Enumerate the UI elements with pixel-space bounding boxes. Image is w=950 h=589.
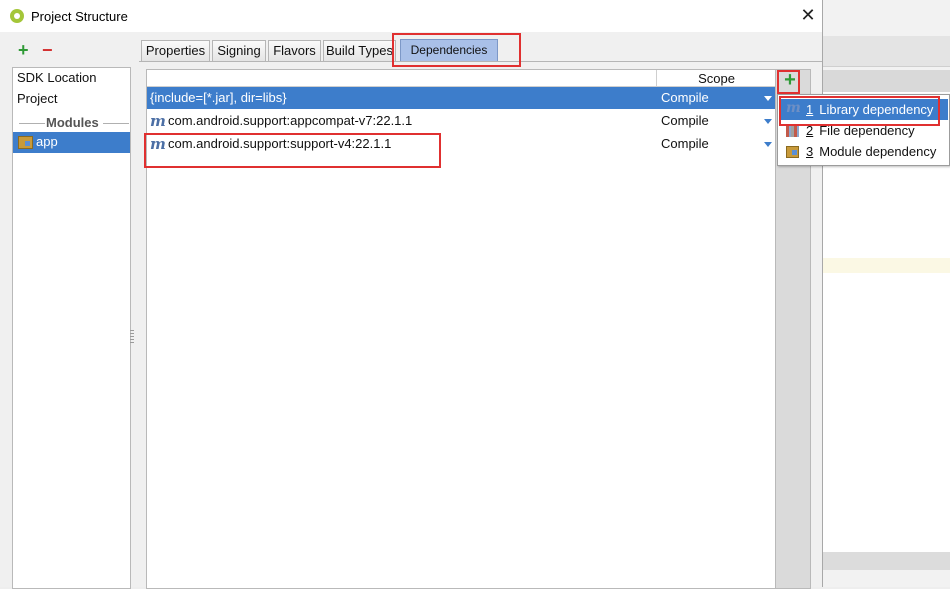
sidebar-item-sdk-location[interactable]: SDK Location: [17, 70, 97, 85]
dependencies-table: Scope {include=[*.jar], dir=libs} Compil…: [146, 69, 776, 589]
divider: [103, 123, 129, 124]
menu-label-text: Module dependency: [819, 144, 937, 159]
table-row[interactable]: {include=[*.jar], dir=libs} Compile: [147, 87, 775, 109]
menu-item-label: 1 Library dependency: [806, 102, 933, 117]
title-bar: Project Structure ✕: [0, 0, 822, 32]
tab-build-types[interactable]: Build Types: [323, 40, 396, 62]
mnemonic: 2: [806, 123, 814, 138]
modules-panel: SDK Location Project Modules app: [12, 67, 131, 589]
menu-label-text: File dependency: [819, 123, 915, 138]
divider: [19, 123, 45, 124]
module-folder-icon: [18, 136, 33, 149]
maven-m-icon: m: [150, 135, 166, 153]
mnemonic: 1: [806, 102, 814, 117]
table-row[interactable]: m com.android.support:support-v4:22.1.1 …: [147, 133, 775, 155]
mnemonic: 3: [806, 144, 814, 159]
background-tabbar: [822, 70, 950, 92]
project-structure-dialog: Project Structure ✕ + − SDK Location Pro…: [0, 0, 823, 589]
sidebar-item-app[interactable]: app: [13, 132, 130, 153]
android-studio-icon: [10, 9, 24, 23]
sidebar-item-project[interactable]: Project: [17, 91, 57, 106]
dependency-name: com.android.support:support-v4:22.1.1: [168, 136, 392, 151]
tab-row-divider: [139, 61, 822, 62]
tab-properties[interactable]: Properties: [141, 40, 210, 62]
table-header: [147, 70, 656, 87]
dependency-scope: Compile: [661, 90, 709, 105]
modules-section-label: Modules: [46, 115, 99, 130]
background-highlight-line: [822, 258, 950, 273]
menu-item-label: 3 Module dependency: [806, 144, 936, 159]
close-icon[interactable]: ✕: [798, 4, 818, 26]
file-icon: [786, 124, 799, 137]
add-dependency-button[interactable]: +: [783, 70, 797, 90]
dependency-name: {include=[*.jar], dir=libs}: [150, 90, 287, 105]
dependency-scope: Compile: [661, 113, 709, 128]
menu-item-file-dependency[interactable]: 2 File dependency: [779, 120, 948, 141]
menu-item-label: 2 File dependency: [806, 123, 915, 138]
window-title: Project Structure: [31, 9, 128, 24]
sidebar-item-label: app: [36, 134, 58, 149]
dependency-name: com.android.support:appcompat-v7:22.1.1: [168, 113, 413, 128]
remove-module-button[interactable]: −: [42, 40, 53, 60]
background-status-bar: [822, 552, 950, 570]
maven-m-icon: m: [150, 112, 166, 130]
splitter-handle[interactable]: [130, 330, 134, 344]
dependency-scope: Compile: [661, 136, 709, 151]
module-icon: [786, 146, 799, 158]
chevron-down-icon[interactable]: [764, 119, 772, 124]
scope-column-header[interactable]: Scope: [656, 70, 775, 87]
modules-section-header: Modules: [17, 115, 129, 130]
tab-signing[interactable]: Signing: [212, 40, 266, 62]
menu-label-text: Library dependency: [819, 102, 934, 117]
scope-column-label: Scope: [698, 71, 735, 86]
chevron-down-icon[interactable]: [764, 142, 772, 147]
background-toolbar: [822, 36, 950, 67]
table-row[interactable]: m com.android.support:appcompat-v7:22.1.…: [147, 110, 775, 132]
add-module-button[interactable]: +: [18, 40, 29, 60]
menu-item-library-dependency[interactable]: m 1 Library dependency: [779, 99, 948, 120]
tab-dependencies[interactable]: Dependencies: [400, 39, 498, 62]
menu-item-module-dependency[interactable]: 3 Module dependency: [779, 141, 948, 162]
library-icon: m: [786, 100, 801, 116]
chevron-down-icon[interactable]: [764, 96, 772, 101]
tab-flavors[interactable]: Flavors: [268, 40, 321, 62]
add-dependency-menu: m 1 Library dependency 2 File dependency 3…: [777, 94, 950, 166]
